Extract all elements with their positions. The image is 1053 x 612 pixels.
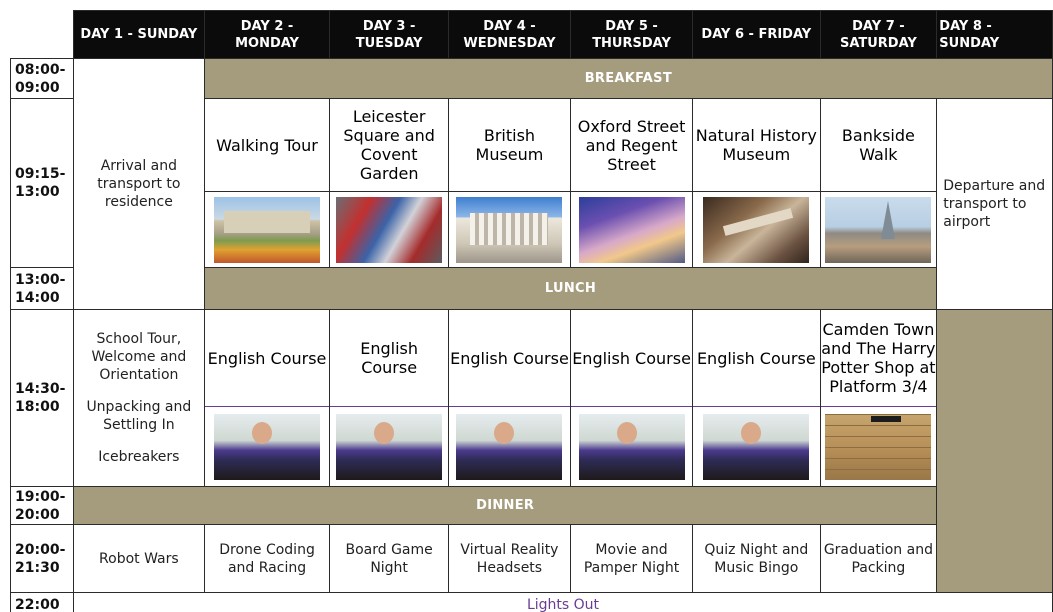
departure-cell: Departure and transport to airport <box>936 98 1053 310</box>
day-header: DAY 4 - WEDNESDAY <box>447 10 572 59</box>
day1-afternoon-item: Icebreakers <box>98 449 180 465</box>
activity-label: Walking Tour <box>205 100 329 192</box>
day1-afternoon-item: Unpacking and Settling In <box>86 399 192 433</box>
classroom-photo <box>456 413 563 480</box>
time-label: 20:00-21:30 <box>9 524 75 593</box>
classroom-photo <box>578 413 685 480</box>
activity-label: English Course <box>693 311 820 407</box>
classroom-photo <box>214 413 321 480</box>
day8-filler <box>936 309 1053 593</box>
evening-activity: Robot Wars <box>73 524 205 593</box>
day-header: DAY 7 - SATURDAY <box>819 10 938 59</box>
activity-label: English Course <box>449 311 570 407</box>
piccadilly-circus-photo <box>336 196 443 263</box>
time-label: 08:00-09:00 <box>9 58 75 99</box>
day-header: DAY 6 - FRIDAY <box>692 10 821 59</box>
afternoon-activity: English Course <box>447 309 572 487</box>
activity-label: Leicester Square and Covent Garden <box>330 100 448 192</box>
day-header: DAY 5 - THURSDAY <box>569 10 694 59</box>
schedule-page: DAY 1 - SUNDAY DAY 2 - MONDAY DAY 3 - TU… <box>0 0 1053 612</box>
evening-activity: Virtual Reality Headsets <box>447 524 572 593</box>
british-museum-photo <box>456 196 563 263</box>
afternoon-activity: English Course <box>203 309 331 487</box>
morning-activity: Walking Tour <box>203 98 331 268</box>
schedule-table: DAY 1 - SUNDAY DAY 2 - MONDAY DAY 3 - TU… <box>9 10 1053 612</box>
activity-label: British Museum <box>449 100 570 192</box>
activity-label: Bankside Walk <box>821 100 936 192</box>
activity-label: Camden Town and The Harry Potter Shop at… <box>821 311 936 407</box>
activity-label: English Course <box>330 311 448 407</box>
day-header: DAY 1 - SUNDAY <box>73 10 205 59</box>
day1-afternoon-item: School Tour, Welcome and Orientation <box>91 331 187 383</box>
afternoon-activity: Camden Town and The Harry Potter Shop at… <box>819 309 938 487</box>
bankside-shard-photo <box>825 196 932 263</box>
day1-arrival: Arrival and transport to residence <box>73 58 205 310</box>
lights-out-band: Lights Out <box>73 592 1053 612</box>
time-label: 14:30-18:00 <box>9 309 75 487</box>
activity-label: Oxford Street and Regent Street <box>571 100 692 192</box>
classroom-photo <box>703 413 810 480</box>
afternoon-activity: English Course <box>569 309 694 487</box>
morning-activity: Natural History Museum <box>692 98 821 268</box>
lunch-band: LUNCH <box>203 267 938 310</box>
morning-activity: Bankside Walk <box>819 98 938 268</box>
day-header: DAY 8 - SUNDAY <box>936 10 1053 59</box>
time-label: 22:00 <box>9 592 75 612</box>
day-header: DAY 3 - TUESDAY <box>329 10 449 59</box>
buckingham-palace-photo <box>214 196 321 263</box>
evening-activity: Graduation and Packing <box>819 524 938 593</box>
evening-activity: Drone Coding and Racing <box>203 524 331 593</box>
dinner-band: DINNER <box>73 486 938 525</box>
afternoon-activity: English Course <box>329 309 449 487</box>
corner-cell <box>10 10 75 59</box>
morning-activity: British Museum <box>447 98 572 268</box>
platform-9-3-4-photo <box>825 413 932 480</box>
day1-afternoon: School Tour, Welcome and Orientation Unp… <box>73 309 205 487</box>
time-label: 13:00-14:00 <box>9 267 75 310</box>
afternoon-activity: English Course <box>692 309 821 487</box>
activity-label: English Course <box>205 311 329 407</box>
morning-activity: Oxford Street and Regent Street <box>569 98 694 268</box>
classroom-photo <box>336 413 443 480</box>
time-label: 09:15-13:00 <box>9 98 75 268</box>
regent-street-photo <box>578 196 685 263</box>
day-header: DAY 2 - MONDAY <box>203 10 331 59</box>
breakfast-band: BREAKFAST <box>203 58 1053 99</box>
time-label: 19:00-20:00 <box>9 486 75 525</box>
evening-activity: Board Game Night <box>329 524 449 593</box>
evening-activity: Quiz Night and Music Bingo <box>692 524 821 593</box>
activity-label: English Course <box>571 311 692 407</box>
morning-activity: Leicester Square and Covent Garden <box>329 98 449 268</box>
evening-activity: Movie and Pamper Night <box>569 524 694 593</box>
natural-history-museum-photo <box>703 196 810 263</box>
activity-label: Natural History Museum <box>693 100 820 192</box>
